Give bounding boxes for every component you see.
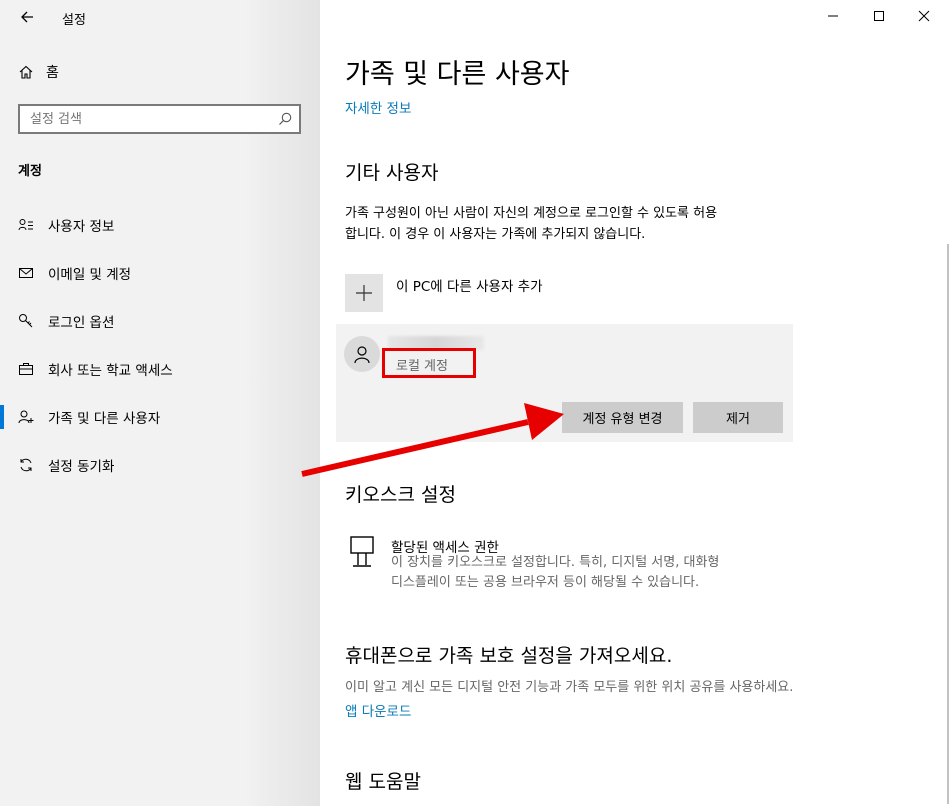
remove-user-button[interactable]: 제거 [693, 402, 783, 433]
avatar [344, 336, 380, 372]
kiosk-heading: 키오스크 설정 [345, 484, 456, 506]
description-line-2: 합니다. 이 경우 이 사용자는 가족에 추가되지 않습니다. [345, 227, 646, 242]
active-indicator [0, 405, 4, 429]
nav-home-label: 홈 [46, 65, 59, 81]
assigned-access-description: 이 장치를 키오스크로 설정합니다. 특히, 디지털 서명, 대화형 디스플레이… [391, 553, 719, 593]
back-arrow-icon [21, 11, 33, 23]
plus-icon [356, 285, 372, 301]
search-box[interactable] [18, 104, 301, 134]
sidebar-item-signin[interactable]: 로그인 옵션 [18, 309, 114, 333]
sidebar-item-sync[interactable]: 설정 동기화 [18, 453, 114, 477]
search-icon[interactable] [277, 111, 293, 131]
other-users-heading: 기타 사용자 [345, 162, 439, 184]
page-title: 가족 및 다른 사용자 [345, 59, 570, 90]
sidebar-item-label: 가족 및 다른 사용자 [48, 411, 161, 427]
kiosk-desc-line-2: 디스플레이 또는 공용 브라우저 등이 해당될 수 있습니다. [391, 575, 700, 590]
key-icon [18, 313, 34, 329]
sidebar-item-family[interactable]: 가족 및 다른 사용자 [18, 405, 160, 429]
web-help-heading: 웹 도움말 [345, 771, 421, 793]
home-icon [19, 65, 33, 79]
add-user-label[interactable]: 이 PC에 다른 사용자 추가 [396, 275, 543, 295]
close-button[interactable] [900, 0, 948, 32]
person-icon [354, 346, 370, 364]
kiosk-icon [348, 535, 376, 575]
search-input[interactable] [20, 106, 280, 132]
phone-heading: 휴대폰으로 가족 보호 설정을 가져오세요. [345, 645, 673, 667]
briefcase-icon [18, 361, 34, 377]
change-account-type-button[interactable]: 계정 유형 변경 [562, 402, 683, 433]
description-line-1: 가족 구성원이 아닌 사람이 자신의 계정으로 로그인할 수 있도록 허용 [345, 206, 718, 221]
scrollbar[interactable] [947, 244, 949, 804]
add-person-icon [18, 409, 34, 425]
sidebar-item-work-school[interactable]: 회사 또는 학교 액세스 [18, 357, 173, 381]
add-user-button[interactable] [345, 274, 383, 312]
app-download-link[interactable]: 앱 다운로드 [345, 700, 411, 720]
sidebar-item-label: 사용자 정보 [48, 219, 115, 235]
sidebar-item-email[interactable]: 이메일 및 계정 [18, 261, 131, 285]
highlight-box [382, 348, 476, 378]
maximize-icon [874, 11, 884, 21]
sidebar-item-user-info[interactable]: 사용자 정보 [18, 213, 114, 237]
user-info-icon [18, 217, 34, 233]
sidebar-item-label: 회사 또는 학교 액세스 [48, 363, 173, 379]
sidebar-item-label: 이메일 및 계정 [48, 267, 132, 283]
maximize-button[interactable] [856, 0, 902, 32]
nav-home[interactable]: 홈 [18, 62, 59, 82]
phone-description: 이미 알고 계신 모든 디지털 안전 기능과 가족 모두를 위한 위치 공유를 … [345, 680, 794, 695]
sidebar-item-label: 설정 동기화 [48, 459, 115, 475]
app-title: 설정 [62, 13, 86, 28]
sync-icon [18, 457, 34, 473]
sidebar: 설정 홈 계정 사용자 정보 이메일 및 계정 로그인 옵션 회사 또는 학교 … [0, 0, 320, 806]
section-title: 계정 [18, 164, 42, 179]
learn-more-link[interactable]: 자세한 정보 [345, 97, 411, 117]
minimize-icon [828, 15, 838, 17]
mail-icon [18, 265, 34, 281]
kiosk-desc-line-1: 이 장치를 키오스크로 설정합니다. 특히, 디지털 서명, 대화형 [391, 555, 720, 570]
back-button[interactable] [14, 4, 40, 30]
close-icon [918, 10, 930, 22]
other-users-description: 가족 구성원이 아닌 사람이 자신의 계정으로 로그인할 수 있도록 허용 합니… [345, 203, 717, 245]
minimize-button[interactable] [810, 0, 856, 32]
sidebar-item-label: 로그인 옵션 [48, 315, 115, 331]
